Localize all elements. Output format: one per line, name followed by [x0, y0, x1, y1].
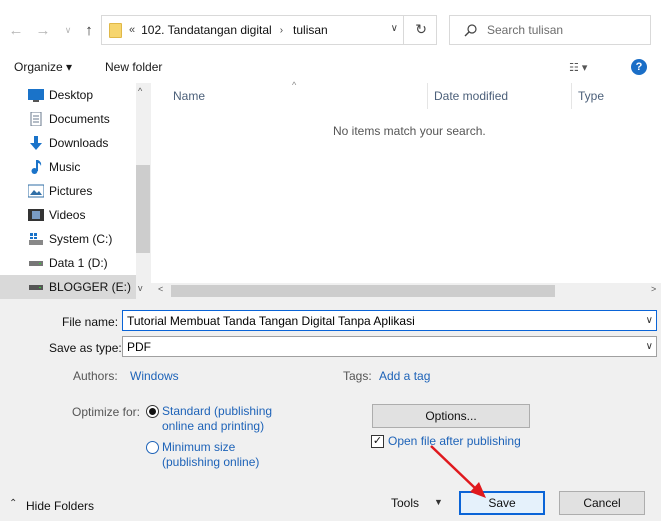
file-name-field[interactable]: Tutorial Membuat Tanda Tangan Digital Ta…: [122, 310, 657, 331]
sidebar-item-label: Desktop: [49, 88, 94, 102]
back-button[interactable]: ←: [6, 20, 26, 40]
scroll-down-icon[interactable]: v: [138, 283, 143, 293]
folder-icon: [109, 22, 122, 38]
column-divider[interactable]: [571, 83, 572, 109]
tools-dropdown-icon[interactable]: ▼: [434, 497, 443, 507]
column-header-type[interactable]: Type: [578, 89, 604, 103]
scrollbar-thumb[interactable]: [171, 285, 555, 297]
sidebar-item-label: Downloads: [49, 136, 109, 150]
downloads-icon: [30, 136, 42, 150]
sidebar-item-documents[interactable]: Documents: [0, 107, 136, 131]
chevron-down-icon: ∨: [64, 24, 72, 35]
recent-locations-button[interactable]: ∨: [58, 20, 78, 40]
chevron-up-icon[interactable]: ⌃: [9, 498, 17, 509]
file-list-pane: ^ Name Date modified Type No items match…: [151, 80, 661, 299]
sort-ascending-icon: ^: [292, 80, 297, 90]
empty-message: No items match your search.: [333, 124, 486, 138]
sidebar-item-label: Videos: [49, 208, 86, 222]
navigation-pane: Desktop Documents Downloads Music Pictur…: [0, 83, 150, 299]
sidebar-item-blogger-e[interactable]: BLOGGER (E:): [0, 275, 136, 299]
tools-button[interactable]: Tools: [391, 496, 419, 510]
optimize-minimum-label[interactable]: Minimum size (publishing online): [162, 440, 282, 470]
navigation-bar: ← → ∨ ↑ « 102. Tandatangan digital › tul…: [0, 0, 661, 58]
pictures-icon: [28, 184, 44, 198]
music-icon: [31, 160, 42, 174]
command-bar: Organize ▾ New folder ☷ ▾ ?: [0, 58, 661, 83]
scroll-left-icon[interactable]: <: [158, 284, 163, 294]
save-button[interactable]: Save: [459, 491, 545, 515]
sidebar-item-desktop[interactable]: Desktop: [0, 83, 136, 107]
search-icon: [464, 23, 477, 36]
column-header-name[interactable]: Name: [173, 89, 205, 103]
file-list-scrollbar[interactable]: < >: [151, 283, 661, 299]
sidebar-item-label: Data 1 (D:): [49, 256, 108, 270]
sidebar-item-videos[interactable]: Videos: [0, 203, 136, 227]
arrow-up-icon: ↑: [85, 21, 93, 39]
arrow-right-icon: →: [35, 21, 51, 39]
breadcrumb-chevron-icon[interactable]: ›: [280, 25, 283, 36]
scroll-right-icon[interactable]: >: [651, 284, 656, 294]
optimize-minimum-radio[interactable]: [146, 441, 159, 454]
authors-field[interactable]: Windows: [130, 369, 179, 383]
search-input[interactable]: [487, 23, 637, 37]
documents-icon: [30, 112, 42, 126]
forward-button[interactable]: →: [33, 20, 53, 40]
overflow-chevron-icon[interactable]: «: [129, 24, 135, 36]
sidebar-item-downloads[interactable]: Downloads: [0, 131, 136, 155]
file-name-label: File name:: [62, 315, 119, 329]
refresh-icon[interactable]: ↻: [415, 21, 427, 38]
sidebar-item-data-d[interactable]: Data 1 (D:): [0, 251, 136, 275]
sidebar-item-pictures[interactable]: Pictures: [0, 179, 136, 203]
open-after-publishing-checkbox[interactable]: ✓: [371, 435, 384, 448]
save-as-type-label: Save as type:: [49, 341, 122, 355]
address-divider: [403, 16, 404, 44]
new-folder-button[interactable]: New folder: [105, 60, 162, 74]
hide-folders-button[interactable]: Hide Folders: [26, 499, 94, 513]
sidebar-item-music[interactable]: Music: [0, 155, 136, 179]
chevron-down-icon[interactable]: ∨: [646, 341, 653, 352]
organize-button[interactable]: Organize ▾: [14, 60, 72, 74]
open-after-publishing-label[interactable]: Open file after publishing: [388, 434, 521, 448]
breadcrumb-current[interactable]: tulisan: [293, 23, 328, 37]
drive-icon: [29, 261, 43, 266]
cancel-button[interactable]: Cancel: [559, 491, 645, 515]
authors-label: Authors:: [73, 369, 118, 383]
arrow-left-icon: ←: [8, 21, 24, 39]
help-icon[interactable]: ?: [631, 59, 647, 75]
desktop-icon: [28, 89, 44, 102]
search-box[interactable]: [449, 15, 651, 45]
sidebar-item-system-c[interactable]: System (C:): [0, 227, 136, 251]
optimize-standard-radio[interactable]: [146, 405, 159, 418]
sidebar-item-label: BLOGGER (E:): [49, 280, 132, 294]
save-as-type-select[interactable]: PDF ∨: [122, 336, 657, 357]
scrollbar-thumb[interactable]: [136, 165, 150, 253]
breadcrumb-folder[interactable]: 102. Tandatangan digital: [141, 23, 272, 37]
sidebar-scrollbar[interactable]: ^ v: [136, 83, 150, 299]
column-divider[interactable]: [427, 83, 428, 109]
sidebar-item-label: Music: [49, 160, 81, 174]
up-button[interactable]: ↑: [79, 20, 99, 40]
chevron-down-icon[interactable]: ∨: [646, 315, 653, 326]
address-bar[interactable]: « 102. Tandatangan digital › tulisan ∨ ↻: [101, 15, 437, 45]
file-name-value[interactable]: Tutorial Membuat Tanda Tangan Digital Ta…: [127, 314, 415, 328]
sidebar-item-label: Pictures: [49, 184, 93, 198]
save-as-type-value[interactable]: PDF: [127, 340, 151, 354]
sidebar-item-label: Documents: [49, 112, 110, 126]
sidebar-item-label: System (C:): [49, 232, 113, 246]
tags-label: Tags:: [343, 369, 372, 383]
address-dropdown-icon[interactable]: ∨: [391, 23, 398, 34]
view-options-button[interactable]: ☷ ▾: [569, 61, 587, 74]
scroll-up-icon[interactable]: ^: [138, 86, 142, 96]
videos-icon: [28, 209, 44, 221]
optimize-standard-label[interactable]: Standard (publishing online and printing…: [162, 404, 292, 434]
options-button[interactable]: Options...: [372, 404, 530, 428]
tags-field[interactable]: Add a tag: [379, 369, 430, 383]
drive-icon: [29, 285, 43, 290]
optimize-label: Optimize for:: [72, 405, 141, 419]
windows-drive-icon: [29, 233, 43, 245]
column-header-date-modified[interactable]: Date modified: [434, 89, 508, 103]
